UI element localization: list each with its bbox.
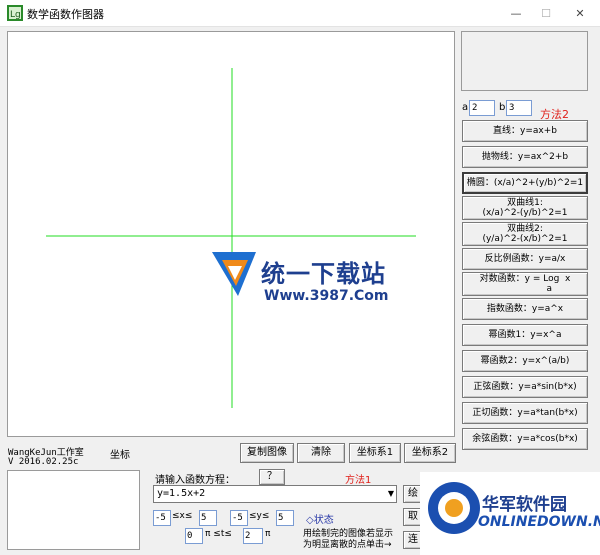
onlinedown-logo bbox=[424, 478, 484, 538]
y-max-input[interactable] bbox=[276, 510, 294, 526]
x-range-label: ≤x≤ bbox=[172, 511, 193, 521]
tangent-button[interactable]: 正切函数：y=a*tan(b*x) bbox=[462, 402, 588, 424]
onlinedown-cn-text: 华军软件园 bbox=[482, 495, 567, 515]
watermark-url: Www.3987.Com bbox=[264, 288, 389, 304]
window-title: 数学函数作图器 bbox=[27, 8, 104, 21]
t-range-label: π ≤t≤ bbox=[205, 529, 232, 539]
status-label[interactable]: ◇状态 bbox=[306, 511, 334, 526]
watermark-logo bbox=[208, 246, 260, 305]
equation-combobox[interactable]: y=1.5x+2 ▼ bbox=[153, 485, 397, 503]
cosine-button[interactable]: 余弦函数：y=a*cos(b*x) bbox=[462, 428, 588, 450]
y-range-label: ≤y≤ bbox=[249, 511, 270, 521]
y-min-input[interactable] bbox=[230, 510, 248, 526]
parabola-button[interactable]: 抛物线：y=ax^2+b bbox=[462, 146, 588, 168]
dropdown-arrow-icon[interactable]: ▼ bbox=[388, 489, 394, 498]
app-icon: Lg bbox=[7, 5, 23, 21]
version-label: V 2016.02.25c bbox=[8, 457, 79, 467]
minimize-button[interactable]: — bbox=[500, 0, 532, 26]
a-input[interactable] bbox=[469, 100, 495, 116]
logarithm-button[interactable]: 对数函数：y = Log x a bbox=[462, 272, 588, 296]
coordinate-display bbox=[7, 470, 140, 550]
power1-button[interactable]: 幂函数1：y=x^a bbox=[462, 324, 588, 346]
method1-label: 方法1 bbox=[345, 475, 372, 486]
coord-system1-button[interactable]: 坐标系1 bbox=[349, 443, 401, 463]
plot-canvas[interactable]: 统一下载站 Www.3987.Com bbox=[7, 31, 455, 437]
hint-line2: 为明显离散的点单击→ bbox=[303, 540, 392, 550]
copy-image-button[interactable]: 复制图像 bbox=[240, 443, 294, 463]
onlinedown-en-text: ONLINEDOWN.NET bbox=[478, 514, 600, 530]
hyperbola2-button[interactable]: 双曲线2: (y/a)^2-(x/b)^2=1 bbox=[462, 222, 588, 246]
t-unit-label: π bbox=[265, 529, 271, 539]
svg-text:Lg: Lg bbox=[10, 10, 21, 20]
line-button[interactable]: 直线：y=ax+b bbox=[462, 120, 588, 142]
title-bar: Lg 数学函数作图器 — ☐ ✕ bbox=[0, 0, 600, 27]
corner-watermark: 华军软件园 ONLINEDOWN.NET bbox=[420, 472, 600, 555]
t-max-input[interactable] bbox=[243, 528, 263, 544]
inverse-proportion-button[interactable]: 反比例函数：y=a/x bbox=[462, 248, 588, 270]
preview-box bbox=[461, 31, 588, 91]
ellipse-button[interactable]: 椭圆：(x/a)^2+(y/b)^2=1 bbox=[462, 172, 588, 194]
x-min-input[interactable] bbox=[153, 510, 171, 526]
sine-button[interactable]: 正弦函数：y=a*sin(b*x) bbox=[462, 376, 588, 398]
exponential-button[interactable]: 指数函数：y=a^x bbox=[462, 298, 588, 320]
coord-system2-button[interactable]: 坐标系2 bbox=[404, 443, 456, 463]
t-min-input[interactable] bbox=[185, 528, 203, 544]
help-button[interactable]: ？ bbox=[259, 469, 285, 485]
b-input[interactable] bbox=[506, 100, 532, 116]
coord-label: 坐标 bbox=[110, 450, 130, 461]
a-label: a bbox=[462, 102, 469, 113]
close-button[interactable]: ✕ bbox=[564, 0, 596, 26]
maximize-button[interactable]: ☐ bbox=[530, 0, 562, 26]
x-max-input[interactable] bbox=[199, 510, 217, 526]
clear-button[interactable]: 清除 bbox=[297, 443, 345, 463]
equation-value: y=1.5x+2 bbox=[157, 488, 206, 499]
hyperbola1-button[interactable]: 双曲线1: (x/a)^2-(y/b)^2=1 bbox=[462, 196, 588, 220]
equation-prompt: 请输入函数方程： bbox=[155, 475, 235, 486]
power2-button[interactable]: 幂函数2：y=x^(a/b) bbox=[462, 350, 588, 372]
b-label: b bbox=[499, 102, 506, 113]
watermark-text: 统一下载站 bbox=[261, 260, 386, 288]
